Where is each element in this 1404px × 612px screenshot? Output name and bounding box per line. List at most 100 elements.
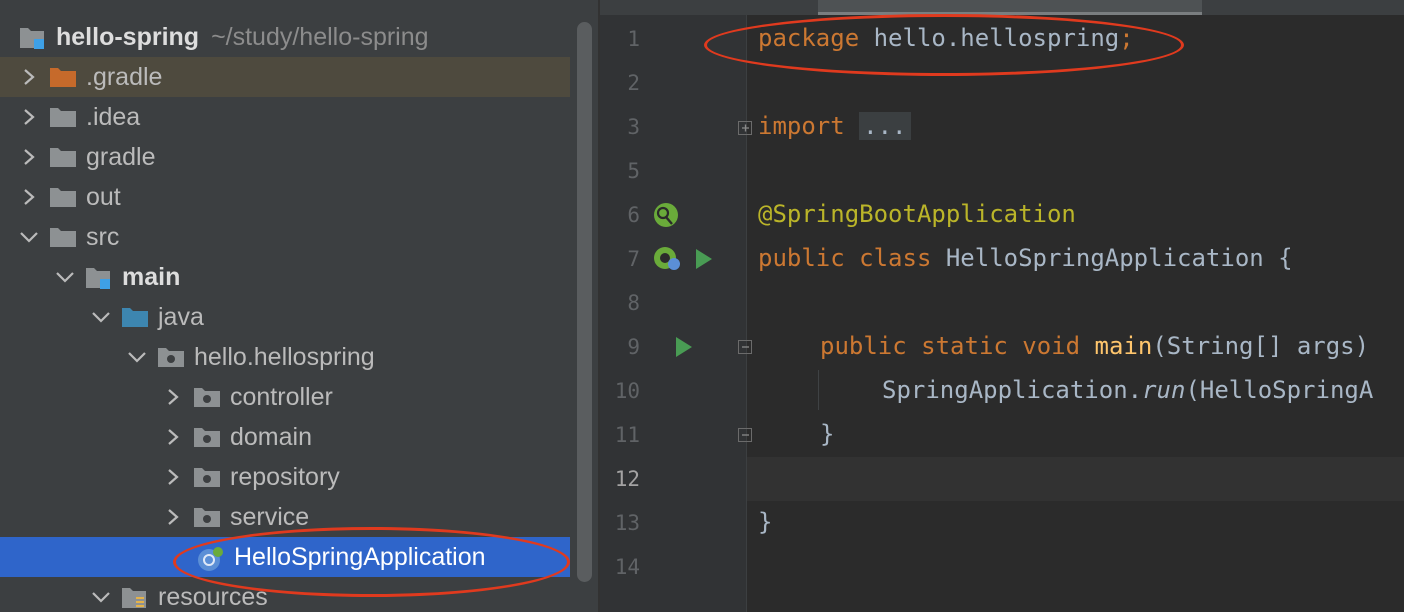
tree-item-label: gradle (86, 142, 156, 171)
tree-item-out[interactable]: out (0, 177, 570, 217)
tree-item-repository[interactable]: repository (0, 457, 570, 497)
chevron-down-icon[interactable] (126, 346, 148, 368)
code-editor[interactable]: 1 2 3 5 6 7 8 9 10 11 12 13 14 package h… (600, 0, 1404, 612)
tree-item-label: service (230, 502, 310, 531)
gutter-divider (746, 15, 747, 612)
code-line-11[interactable]: } (820, 420, 834, 448)
line-number: 10 (614, 379, 640, 403)
indent-guide (818, 370, 819, 410)
annotation-oval-class (173, 527, 570, 597)
method-main: main (1094, 332, 1153, 360)
chevron-right-icon[interactable] (162, 426, 184, 448)
package-icon (156, 345, 186, 369)
folded-imports[interactable]: ... (859, 112, 911, 140)
folder-icon (48, 105, 78, 129)
line-number: 8 (627, 291, 640, 315)
chevron-right-icon[interactable] (162, 506, 184, 528)
chevron-down-icon[interactable] (90, 306, 112, 328)
line-number: 6 (627, 203, 640, 227)
project-tool-window: hello-spring ~/study/hello-spring .gradl… (0, 0, 598, 612)
spring-boot-run-icon[interactable] (652, 245, 684, 278)
tree-item-label: main (122, 262, 181, 291)
closing-brace: } (820, 420, 835, 448)
folder-icon (48, 225, 78, 249)
springapplication-ref: SpringApplication. (882, 376, 1143, 404)
tree-item-label: src (86, 222, 120, 251)
keyword-public-class: public class (758, 244, 932, 272)
line-number: 3 (627, 115, 640, 139)
chevron-down-icon[interactable] (54, 266, 76, 288)
line-number: 14 (614, 555, 640, 579)
module-folder-icon (18, 25, 48, 49)
tree-item-java[interactable]: java (0, 297, 570, 337)
tree-item-label: domain (230, 422, 312, 451)
line-number: 5 (627, 159, 640, 183)
code-line-7[interactable]: public class HelloSpringApplication { (758, 244, 1293, 272)
main-params: (String[] args) (1152, 332, 1370, 360)
closing-brace: } (758, 508, 773, 536)
folder-icon (48, 185, 78, 209)
line-number: 2 (627, 71, 640, 95)
method-run: run (1142, 376, 1186, 404)
code-line-3[interactable]: import ... (758, 112, 911, 140)
class-declaration: HelloSpringApplication { (931, 244, 1293, 272)
code-line-13[interactable]: } (758, 508, 772, 536)
line-number-current: 12 (614, 467, 640, 491)
code-line-10[interactable]: SpringApplication.run(HelloSpringA (882, 376, 1373, 404)
tree-root-label: hello-spring (56, 22, 200, 51)
chevron-right-icon[interactable] (18, 66, 40, 88)
chevron-right-icon[interactable] (18, 186, 40, 208)
tree-item-hellospring-package[interactable]: hello.hellospring (0, 337, 570, 377)
tree-item-label: .idea (86, 102, 141, 131)
line-number: 1 (627, 27, 640, 51)
project-scrollbar[interactable] (577, 22, 592, 582)
current-line-highlight (747, 457, 1404, 501)
tree-item-gradle-dir[interactable]: .gradle (0, 57, 570, 97)
package-icon (192, 385, 222, 409)
run-icon[interactable] (694, 248, 714, 275)
keyword-public-static-void: public static void (820, 332, 1081, 360)
line-number: 11 (614, 423, 640, 447)
tree-item-label: .gradle (86, 62, 163, 91)
chevron-right-icon[interactable] (162, 386, 184, 408)
line-number: 13 (614, 511, 640, 535)
tree-item-controller[interactable]: controller (0, 377, 570, 417)
run-icon[interactable] (674, 336, 694, 363)
package-icon (192, 425, 222, 449)
tree-item-label: controller (230, 382, 333, 411)
fold-icon[interactable] (738, 340, 752, 354)
chevron-right-icon[interactable] (18, 106, 40, 128)
module-folder-icon (84, 265, 114, 289)
tree-item-domain[interactable]: domain (0, 417, 570, 457)
code-line-9[interactable]: public static void main(String[] args) (820, 332, 1369, 360)
spring-bean-icon[interactable] (652, 201, 680, 234)
chevron-down-icon[interactable] (90, 586, 112, 608)
folder-icon (48, 65, 78, 89)
resources-folder-icon (120, 585, 150, 609)
tree-item-label: java (158, 302, 204, 331)
tree-item-label: repository (230, 462, 340, 491)
tree-root-hello-spring[interactable]: hello-spring ~/study/hello-spring (0, 17, 570, 57)
folder-icon (48, 145, 78, 169)
line-number: 7 (627, 247, 640, 271)
project-toolbar (0, 0, 598, 14)
code-line-6[interactable]: @SpringBootApplication (758, 200, 1076, 228)
line-number: 9 (627, 335, 640, 359)
tree-item-idea[interactable]: .idea (0, 97, 570, 137)
keyword-import: import (758, 112, 845, 140)
tree-item-gradle[interactable]: gradle (0, 137, 570, 177)
annotation-oval-package (704, 14, 1184, 76)
tree-item-main[interactable]: main (0, 257, 570, 297)
chevron-right-icon[interactable] (162, 466, 184, 488)
annotation-springbootapplication: @SpringBootApplication (758, 200, 1076, 228)
run-args: (HelloSpringA (1185, 376, 1374, 404)
chevron-right-icon[interactable] (18, 146, 40, 168)
fold-icon[interactable] (738, 121, 752, 135)
tab-hellospringapplication[interactable] (818, 0, 1202, 15)
tree-item-label: out (86, 182, 121, 211)
chevron-down-icon[interactable] (18, 226, 40, 248)
tree-item-src[interactable]: src (0, 217, 570, 257)
package-icon (192, 505, 222, 529)
fold-icon[interactable] (738, 428, 752, 442)
tree-item-label: hello.hellospring (194, 342, 375, 371)
